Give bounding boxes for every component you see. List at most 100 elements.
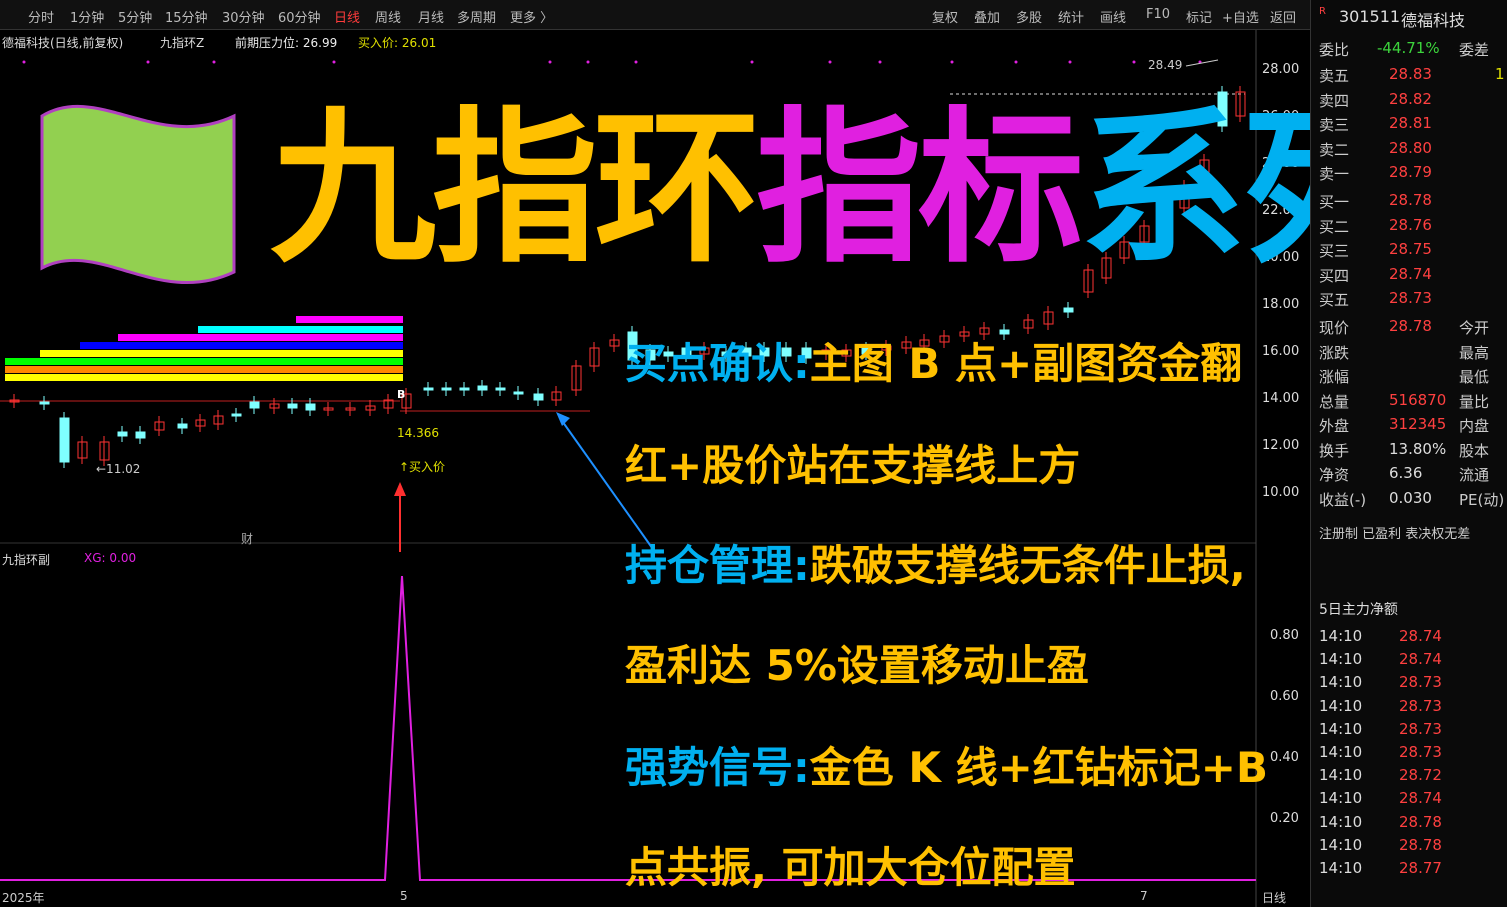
tick-row: 14:10 28.78 [1319,833,1507,857]
tick-price: 28.77 [1399,859,1442,877]
signal-band [198,326,403,333]
toolbar-button[interactable]: 标记 [1186,7,1212,26]
order-book-row[interactable]: 卖四 28.82 [1319,87,1507,111]
tick-price: 28.73 [1399,743,1442,761]
order-book-row[interactable]: 买一 28.78 [1319,188,1507,212]
stat-value: 516870 [1389,390,1447,409]
level-price: 28.82 [1389,89,1432,108]
period-tab[interactable]: 更多 〉 [510,7,553,26]
level-label: 买一 [1319,193,1350,211]
toolbar-button[interactable]: 复权 [932,7,958,26]
level-price: 28.80 [1389,138,1432,157]
level-price: 28.74 [1389,264,1432,283]
period-tab[interactable]: 多周期 [457,7,496,26]
stock-code: 301511 [1339,7,1401,26]
strategy-line: 买点确认:主图 B 点+副图资金翻 [625,338,1242,390]
quote-panel: R 301511 德福科技 委比 -44.71% 委差 卖五 28.83 1 卖四 28… [1310,0,1507,907]
stat-value: 13.80% [1389,439,1447,458]
tick-price: 28.73 [1399,673,1442,692]
signal-dot [878,60,882,64]
b-marker: B [397,388,406,401]
stat-value: 28.78 [1389,317,1432,335]
signal-dot [828,60,832,64]
toolbar-button[interactable]: +自选 [1222,7,1259,26]
stat-row: 净资 6.36 流通 [1319,461,1507,485]
stat-row: 总量 516870 量比 [1319,388,1507,412]
title-part-2: 指标 [756,93,1084,286]
candle [441,387,452,391]
level-price: 28.81 [1389,114,1432,132]
period-tab[interactable]: 月线 [418,7,444,26]
order-book-row[interactable]: 卖一 28.79 [1319,160,1507,184]
signal-dot [332,60,336,64]
indicator-name: 九指环Z [160,36,205,50]
low-marker: ←11.02 [96,462,141,476]
ratio-value: -44.71% [1377,39,1440,57]
period-tab[interactable]: 分时 [28,7,54,26]
period-tab[interactable]: 周线 [375,7,401,26]
chart-stock-name: 德福科技(日线,前复权) [2,36,124,50]
period-tab[interactable]: 1分钟 [70,7,104,26]
title-part-1: 九指环 [270,93,760,286]
level-price: 28.83 [1389,65,1432,83]
period-tab[interactable]: 15分钟 [165,7,208,26]
candle [513,391,524,395]
period-tab[interactable]: 60分钟 [278,7,321,26]
high-marker-line [1185,59,1219,67]
stat-label: 总量 [1319,392,1350,411]
level-label: 买五 [1319,291,1350,309]
candle [135,431,146,439]
order-book-row[interactable]: 卖五 28.83 1 [1319,62,1507,86]
stat-label-2: 最高 [1459,343,1490,362]
stat-label-2: 量比 [1459,392,1490,411]
stat-label: 外盘 [1319,417,1350,435]
candle [117,431,128,437]
order-book-row[interactable]: 买四 28.74 [1319,262,1507,286]
strategy-line: 持仓管理:跌破支撑线无条件止损, [625,540,1246,592]
signal-band [5,374,403,381]
toolbar-button[interactable]: 统计 [1058,7,1084,26]
signal-dot [1132,60,1136,64]
period-tab[interactable]: 5分钟 [118,7,152,26]
toolbar-button[interactable]: 多股 [1016,7,1042,26]
diff-label: 委差 [1459,41,1490,59]
strategy-text: 点共振, 可加大仓位配置 [625,843,1076,892]
order-book-row[interactable]: 买五 28.73 [1319,286,1507,310]
order-book-row[interactable]: 买三 28.75 [1319,237,1507,261]
ratio-label: 委比 [1319,41,1350,59]
toolbar-button[interactable]: 叠加 [974,7,1000,26]
toolbar-button[interactable]: 返回 [1270,7,1296,26]
tick-time: 14:10 [1319,812,1363,831]
tick-time: 14:10 [1319,859,1363,877]
stat-row: 涨幅 最低 [1319,363,1507,387]
strategy-line: 点共振, 可加大仓位配置 [625,842,1076,894]
order-book-row[interactable]: 卖二 28.80 [1319,136,1507,160]
tick-time: 14:10 [1319,673,1363,692]
tick-time: 14:10 [1319,743,1363,761]
stat-label-2: PE(动) [1459,490,1505,509]
strategy-line: 强势信号:金色 K 线+红钻标记+B [625,742,1268,794]
stat-label-2: 流通 [1459,466,1490,484]
toolbar-button[interactable]: 画线 [1100,7,1126,26]
tick-price: 28.73 [1399,696,1442,715]
signal-dot [1068,60,1072,64]
order-book-row[interactable]: 卖三 28.81 [1319,111,1507,135]
finance-marker: 财 [241,532,254,546]
tick-price: 28.73 [1399,719,1442,738]
signal-band [40,350,403,357]
candle [459,387,470,391]
tick-row: 14:10 28.73 [1319,717,1507,741]
signal-band [80,342,403,349]
tick-row: 14:10 28.77 [1319,856,1507,880]
period-tab[interactable]: 日线 [334,7,360,26]
period-tab[interactable]: 30分钟 [222,7,265,26]
tick-row: 14:10 28.74 [1319,624,1507,648]
toolbar-button[interactable]: F10 [1146,7,1170,22]
stat-row: 外盘 312345 内盘 [1319,412,1507,436]
x-axis-mid2: 7 [1140,889,1148,903]
stat-label-2: 股本 [1459,441,1490,460]
order-book-row[interactable]: 买二 28.76 [1319,213,1507,237]
stock-name: 德福科技 [1401,11,1466,30]
tick-row: 14:10 28.73 [1319,670,1507,694]
banner-title: 九指环指标系列 [270,90,1408,290]
